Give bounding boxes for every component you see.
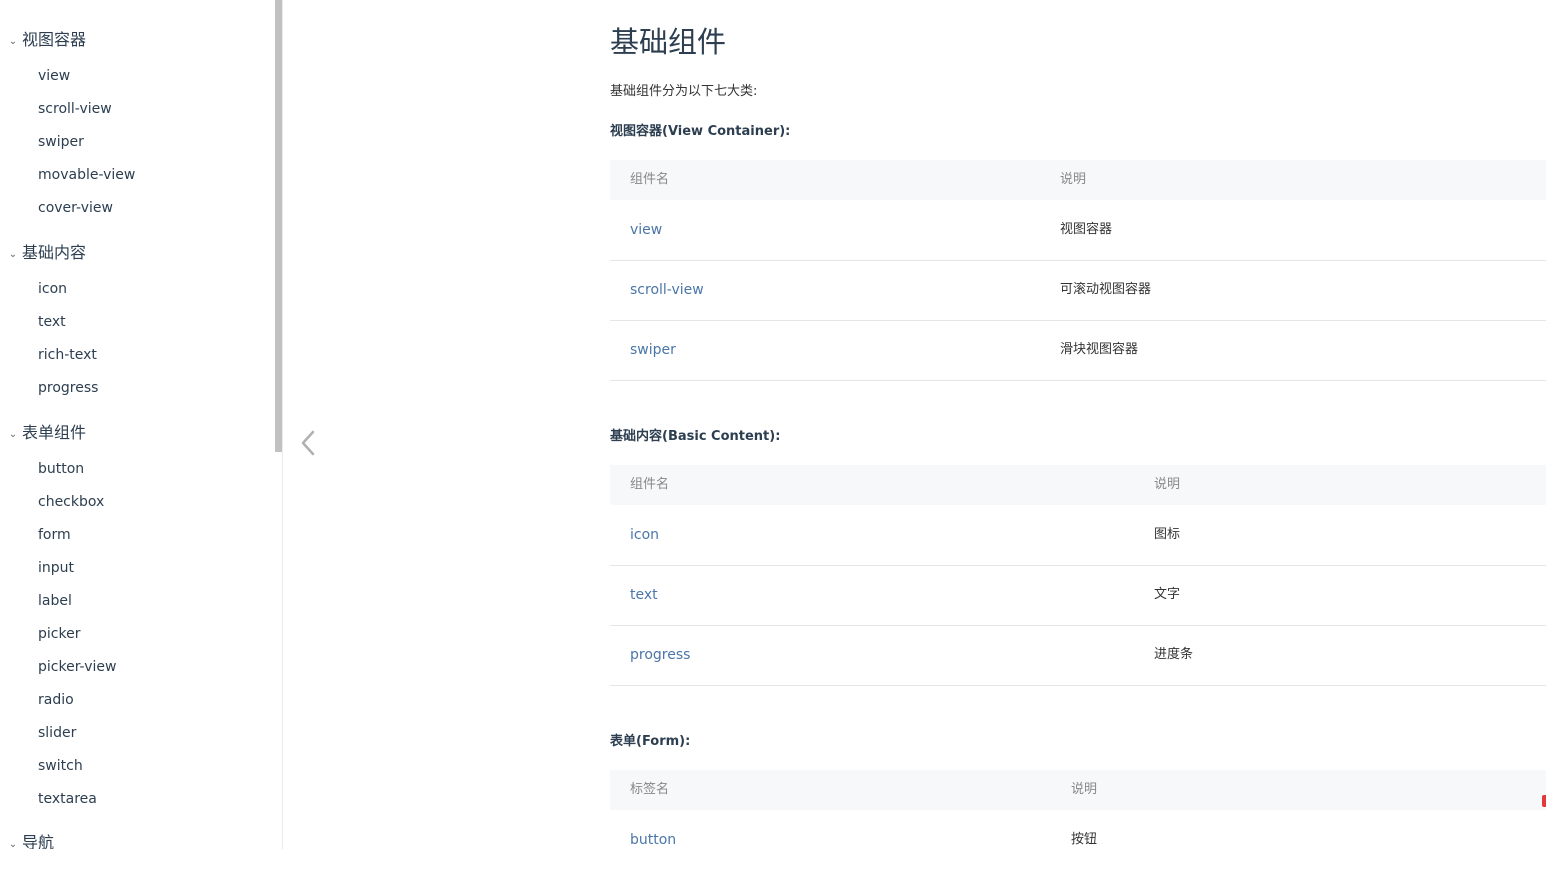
sidebar-item-input[interactable]: input — [38, 557, 74, 579]
sidebar-group-navigation[interactable]: ⌄ 导航 — [6, 831, 54, 849]
sidebar-item-textarea[interactable]: textarea — [38, 788, 97, 810]
sidebar-item-slider[interactable]: slider — [38, 722, 76, 744]
sidebar-group-label: 导航 — [22, 833, 55, 849]
sidebar-nav: ⌄ 视图容器 view scroll-view swiper movable-vi… — [0, 0, 283, 849]
sidebar-item-form[interactable]: form — [38, 524, 71, 546]
section-heading-view-container: 视图容器(View Container): — [610, 124, 791, 139]
column-header-name: 组件名 — [630, 477, 670, 492]
table-header: 组件名 说明 — [610, 160, 1546, 200]
component-desc: 可滚动视图容器 — [1060, 282, 1152, 297]
sidebar-item-picker-view[interactable]: picker-view — [38, 656, 116, 678]
column-header-desc: 说明 — [1154, 477, 1181, 492]
table-row: button 按钮 — [610, 810, 1546, 870]
main-content: 基础组件 基础组件分为以下七大类: 视图容器(View Container): … — [610, 0, 1546, 849]
component-link[interactable]: progress — [630, 625, 690, 685]
sidebar-group-label: 表单组件 — [22, 423, 87, 442]
table-row: icon 图标 — [610, 505, 1546, 566]
component-link[interactable]: scroll-view — [630, 260, 704, 320]
intro-text: 基础组件分为以下七大类: — [610, 84, 758, 99]
sidebar-item-button[interactable]: button — [38, 458, 84, 480]
column-header-desc: 说明 — [1071, 782, 1098, 797]
table-row: scroll-view 可滚动视图容器 — [610, 260, 1546, 321]
chevron-down-icon: ⌄ — [8, 36, 18, 47]
column-header-name: 组件名 — [630, 172, 670, 187]
component-link[interactable]: icon — [630, 505, 659, 565]
sidebar-group-basic-content[interactable]: ⌄ 基础内容 — [6, 241, 86, 265]
sidebar-item-rich-text[interactable]: rich-text — [38, 344, 97, 366]
sidebar-item-picker[interactable]: picker — [38, 623, 80, 645]
collapse-sidebar-button[interactable] — [298, 428, 320, 458]
sidebar-item-scroll-view[interactable]: scroll-view — [38, 98, 112, 120]
sidebar-item-label[interactable]: label — [38, 590, 72, 612]
component-link[interactable]: swiper — [630, 320, 676, 380]
sidebar-group-form[interactable]: ⌄ 表单组件 — [6, 421, 86, 445]
edge-marker — [1542, 795, 1546, 807]
sidebar-item-view[interactable]: view — [38, 65, 70, 87]
sidebar-item-switch[interactable]: switch — [38, 755, 83, 777]
chevron-down-icon: ⌄ — [8, 839, 18, 849]
table-row: view 视图容器 — [610, 200, 1546, 261]
component-desc: 图标 — [1154, 527, 1181, 542]
sidebar-item-cover-view[interactable]: cover-view — [38, 197, 113, 219]
component-desc: 进度条 — [1154, 647, 1194, 662]
table-row: progress 进度条 — [610, 625, 1546, 686]
section-heading-form: 表单(Form): — [610, 734, 691, 749]
component-link[interactable]: text — [630, 565, 658, 625]
table-header: 组件名 说明 — [610, 465, 1546, 505]
sidebar-item-icon[interactable]: icon — [38, 278, 67, 300]
sidebar-item-text[interactable]: text — [38, 311, 66, 333]
component-desc: 文字 — [1154, 587, 1181, 602]
sidebar-item-progress[interactable]: progress — [38, 377, 98, 399]
chevron-down-icon: ⌄ — [8, 429, 18, 440]
column-header-name: 标签名 — [630, 782, 670, 797]
chevron-left-icon — [301, 430, 315, 456]
sidebar-item-radio[interactable]: radio — [38, 689, 74, 711]
sidebar-item-checkbox[interactable]: checkbox — [38, 491, 104, 513]
column-header-desc: 说明 — [1060, 172, 1087, 187]
sidebar-group-label: 基础内容 — [22, 243, 87, 262]
page-title: 基础组件 — [610, 25, 727, 59]
sidebar-group-label: 视图容器 — [22, 30, 87, 49]
table-row: swiper 滑块视图容器 — [610, 320, 1546, 381]
component-link[interactable]: view — [630, 200, 662, 260]
sidebar-item-movable-view[interactable]: movable-view — [38, 164, 135, 186]
sidebar-group-view-container[interactable]: ⌄ 视图容器 — [6, 28, 86, 52]
sidebar-item-swiper[interactable]: swiper — [38, 131, 84, 153]
section-heading-basic-content: 基础内容(Basic Content): — [610, 429, 781, 444]
component-link[interactable]: button — [630, 810, 676, 870]
chevron-down-icon: ⌄ — [8, 249, 18, 260]
sidebar-scrollbar[interactable] — [275, 0, 282, 452]
table-header: 标签名 说明 — [610, 770, 1546, 810]
component-desc: 视图容器 — [1060, 222, 1113, 237]
component-desc: 滑块视图容器 — [1060, 342, 1139, 357]
table-row: text 文字 — [610, 565, 1546, 626]
component-desc: 按钮 — [1071, 832, 1098, 847]
